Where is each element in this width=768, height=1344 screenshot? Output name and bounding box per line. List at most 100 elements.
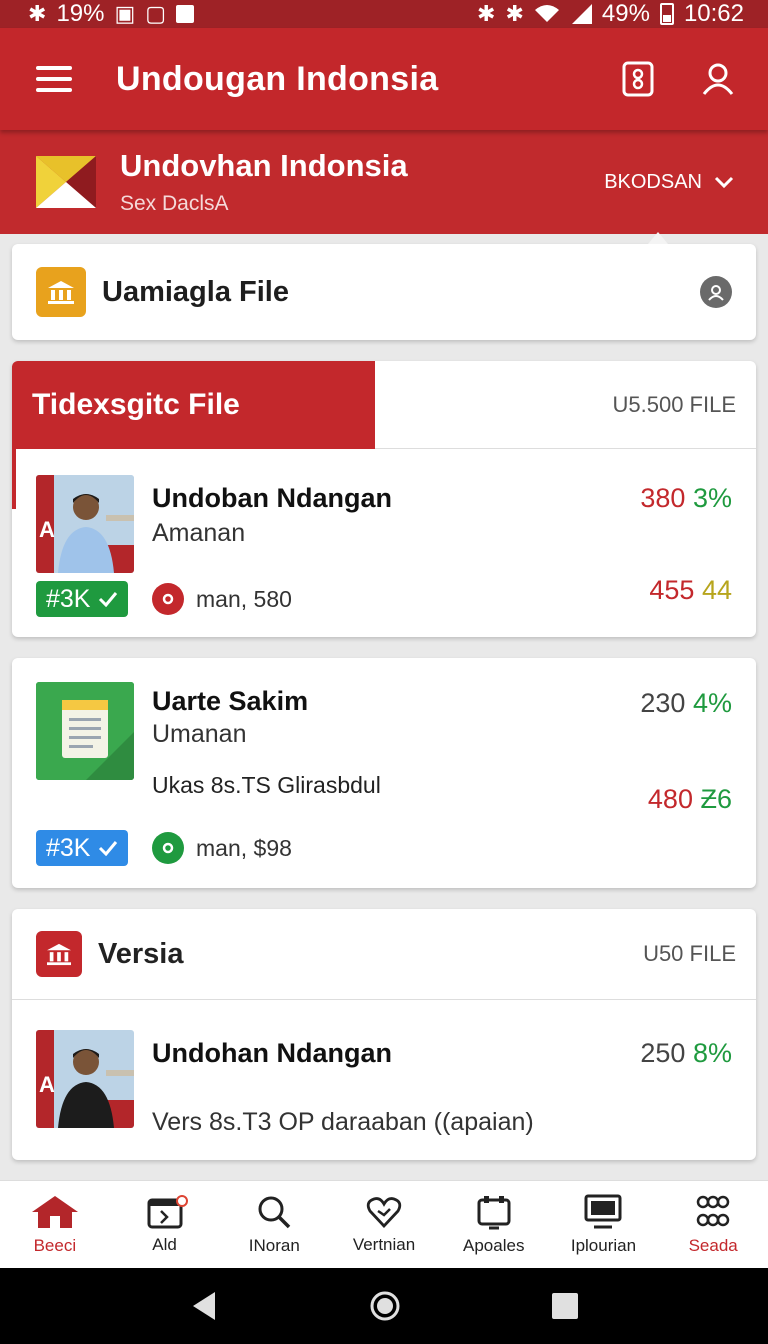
gear-icon <box>152 583 184 615</box>
stat-value-2: 455 <box>649 575 695 605</box>
left-battery-text: 19% <box>56 0 105 27</box>
versia-header[interactable]: Versia U50 FILE <box>12 909 756 1000</box>
stat-value-3: Ƶ6 <box>700 784 732 814</box>
brand-text: Undovhan Indonsia Sex DaclsA <box>120 148 604 216</box>
brand-bar: Undovhan Indonsia Sex DaclsA BKODSAN <box>0 130 768 244</box>
svg-text:A: A <box>39 1072 55 1097</box>
file-card-title: Uamiagla File <box>102 275 289 308</box>
app-bar: Undougan Indonsia <box>0 28 768 130</box>
svg-text:A: A <box>39 517 55 542</box>
item-stat-top: 250 8% <box>640 1038 732 1069</box>
nav-item-ald[interactable]: Ald <box>110 1181 220 1268</box>
notification-icon: ▣ <box>114 1 136 26</box>
battery-icon <box>659 3 674 25</box>
badge-label: #3K <box>46 833 91 862</box>
item-meta: man, $98 <box>152 832 292 864</box>
chevron-down-icon <box>714 176 734 189</box>
nav-item-iplourian[interactable]: Iplourian <box>549 1181 659 1268</box>
brand-dropdown[interactable]: BKODSAN <box>604 171 734 194</box>
phone-icon[interactable] <box>618 59 658 99</box>
link-icon <box>696 1195 730 1226</box>
section-tab[interactable]: Tidexsgitc File <box>12 361 375 449</box>
nav-item-search[interactable]: INoran <box>219 1181 329 1268</box>
meta-text: man, 580 <box>196 585 292 612</box>
item-title: Uarte Sakim <box>152 686 309 716</box>
item-subtitle: Umanan <box>152 720 247 748</box>
bank-icon <box>36 267 86 317</box>
item-stat-bottom: 480 Ƶ6 <box>648 784 732 815</box>
stat-percent: 3% <box>692 483 732 513</box>
list-item-card[interactable]: Uarte Sakim Umanan Ukas 8s.TS Glirasbdul… <box>12 658 756 888</box>
item-subtitle: Amanan <box>152 519 246 547</box>
status-badge[interactable]: #3K <box>36 830 129 866</box>
nav-label: Beeci <box>33 1235 77 1255</box>
bottom-nav: Beeci Ald INoran Vertnian Apoales Iplour… <box>0 1180 768 1268</box>
bluetooth-icon-2: ✱ <box>505 1 524 26</box>
item-description: Ukas 8s.TS Glirasbdul <box>152 772 381 798</box>
brand-name: Undovhan Indonsia <box>120 148 408 183</box>
stat-value: 380 <box>640 483 686 513</box>
section-header: Tidexsgitc File U5.500 FILE <box>12 361 756 449</box>
item-description: Vers 8s.T3 OP daraaban ((apaian) <box>152 1108 534 1136</box>
status-bar: ✱ 19% ▣ ▢ ✱ ✱ 49% 10:62 <box>0 0 768 28</box>
file-card[interactable]: Uamiagla File <box>12 244 756 340</box>
menu-icon[interactable] <box>36 66 72 92</box>
profile-icon[interactable] <box>698 59 738 99</box>
bluetooth-icon: ✱ <box>28 1 47 26</box>
nav-item-apoales[interactable]: Apoales <box>439 1181 549 1268</box>
item-meta: man, 580 <box>152 583 292 615</box>
nav-item-vertnian[interactable]: Vertnian <box>329 1181 439 1268</box>
item-title: Undoban Ndangan <box>152 483 392 513</box>
right-battery-text: 49% <box>601 0 650 27</box>
stat-value: 230 <box>640 688 686 718</box>
home-button-icon[interactable] <box>369 1290 401 1322</box>
stat-value-3: 44 <box>701 575 732 605</box>
recents-icon[interactable] <box>551 1292 579 1320</box>
status-time: 10:62 <box>683 0 744 27</box>
bluetooth-icon: ✱ <box>477 1 496 26</box>
item-stat-top: 380 3% <box>640 483 732 514</box>
nav-label: Vertnian <box>352 1234 416 1254</box>
stat-value-2: 480 <box>647 784 693 814</box>
nav-item-seada[interactable]: Seada <box>658 1181 768 1268</box>
status-left: ✱ 19% ▣ ▢ <box>28 0 195 28</box>
gear-icon <box>152 832 184 864</box>
search-icon <box>258 1196 291 1228</box>
versia-count: U50 FILE <box>643 941 736 966</box>
nav-label: Seada <box>688 1235 738 1255</box>
user-circle-icon[interactable] <box>700 276 732 308</box>
back-icon[interactable] <box>189 1290 219 1322</box>
nav-label: Apoales <box>463 1235 525 1255</box>
app-title: Undougan Indonsia <box>116 59 439 98</box>
status-badge[interactable]: #3K <box>36 581 129 617</box>
accent-strip <box>12 449 16 509</box>
item-title: Undohan Ndangan <box>152 1038 392 1068</box>
stat-percent: 8% <box>692 1038 732 1068</box>
monitor-icon <box>584 1194 622 1228</box>
stat-value: 250 <box>640 1038 686 1068</box>
app-screen: ✱ 19% ▣ ▢ ✱ ✱ 49% 10:62 Undougan Indonsi… <box>0 0 768 1344</box>
versia-title: Versia <box>98 937 184 970</box>
brand-dropdown-label: BKODSAN <box>604 170 702 193</box>
nav-label: INoran <box>248 1235 300 1255</box>
notification-dot <box>175 1195 188 1207</box>
bank-icon <box>36 931 82 977</box>
meta-text: man, $98 <box>196 834 292 861</box>
item-stat-bottom: 455 44 <box>649 575 732 606</box>
wifi-icon <box>534 5 559 22</box>
versia-card: Versia U50 FILE A Undohan Ndangan 250 8%… <box>12 909 756 1160</box>
document-icon <box>36 682 134 780</box>
system-nav-bar <box>0 1268 768 1344</box>
home-icon <box>31 1195 78 1228</box>
clipboard-icon <box>477 1195 511 1229</box>
nav-label: Ald <box>152 1234 177 1254</box>
status-right: ✱ ✱ 49% 10:62 <box>477 0 744 28</box>
heart-icon <box>366 1196 402 1228</box>
brand-logo-icon <box>36 156 96 208</box>
nav-item-home[interactable]: Beeci <box>0 1181 110 1268</box>
section-count: U5.500 FILE <box>612 392 736 417</box>
nav-label: Iplourian <box>570 1235 637 1255</box>
screenshot-icon: ▢ <box>145 1 167 26</box>
square-icon <box>176 5 195 23</box>
signal-icon <box>571 4 592 24</box>
